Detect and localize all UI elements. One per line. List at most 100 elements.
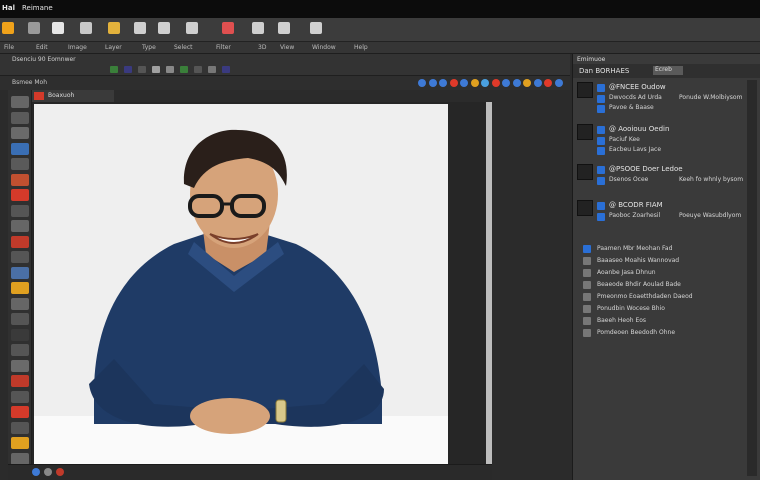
tool-icon[interactable] [134,22,146,34]
layer-thumbnail[interactable] [577,82,593,98]
tool-button[interactable] [11,189,29,201]
menu-item-type[interactable]: Type [142,44,156,51]
file-icon[interactable] [28,22,40,34]
menu-item-help[interactable]: Help [354,44,368,51]
tool-button[interactable] [11,220,29,232]
pin-icon[interactable] [108,22,120,34]
tool-button[interactable] [11,421,29,434]
camera-icon[interactable] [252,22,264,34]
status-icon[interactable] [56,468,64,476]
menu-item-3d[interactable]: 3D [258,44,266,51]
status-icon[interactable] [32,468,40,476]
view-control-icon[interactable] [470,79,479,87]
layer-group[interactable]: @ Aooiouu Oedin Paciuf Kee Eacbeu Lavs Jac… [575,124,759,160]
menu-item-image[interactable]: Image [68,44,87,51]
view-control-icon[interactable] [502,79,510,87]
image-canvas[interactable] [34,104,448,464]
view-control-icon[interactable] [533,79,542,87]
tool-button[interactable] [11,328,29,341]
tool-button[interactable] [11,452,29,465]
panel-tab-button[interactable]: Ecreb [653,66,683,75]
tool-button[interactable] [11,158,29,170]
menu-item-file[interactable]: File [4,44,14,51]
layer-thumbnail[interactable] [577,164,593,180]
layer-visibility-icon[interactable] [597,147,605,155]
tool-button[interactable] [11,96,29,108]
new-icon[interactable] [52,22,64,34]
tool-button[interactable] [11,266,29,279]
tool-button[interactable] [11,390,29,403]
view-control-icon[interactable] [428,79,437,87]
option-toggle-icon[interactable] [222,66,230,73]
layer-visibility-icon[interactable] [597,213,605,221]
layer-group[interactable]: @FNCEE Oudow Ponude W.Molbiysom Dwvocds Ad… [575,82,759,118]
tool-button[interactable] [11,359,29,372]
view-control-icon[interactable] [481,79,489,87]
option-toggle-icon[interactable] [124,66,132,73]
view-control-icon[interactable] [512,79,521,87]
close-tab-icon[interactable] [34,92,44,100]
list-item[interactable]: Baeeh Heoh Eos [575,316,759,327]
layer-thumbnail[interactable] [577,124,593,140]
tool-button[interactable] [11,127,29,139]
tool-button[interactable] [11,344,29,356]
tool-button[interactable] [11,173,29,186]
app-logo-icon[interactable] [2,22,14,34]
tool-button[interactable] [11,406,29,418]
option-toggle-icon[interactable] [180,66,188,73]
option-toggle-icon[interactable] [166,66,174,73]
option-toggle-icon[interactable] [152,66,160,73]
layer-icon[interactable] [158,22,170,34]
vertical-scrollbar[interactable] [486,102,492,464]
list-item[interactable]: Pmeonmo Eoaetthdaden Daeod [575,292,759,303]
view-control-icon[interactable] [554,79,563,87]
layer-visibility-icon[interactable] [597,95,605,103]
list-item[interactable]: Ponudbin Wocese Bhio [575,304,759,315]
tool-button[interactable] [11,437,29,449]
tool-button[interactable] [11,375,29,387]
option-toggle-icon[interactable] [208,66,216,73]
panel-tab-title[interactable]: Dan BORHAES [579,67,629,75]
record-icon[interactable] [222,22,234,34]
menu-item-select[interactable]: Select [174,44,193,51]
tool-button[interactable] [11,142,29,155]
menu-item-window[interactable]: Window [312,44,336,51]
layer-visibility-icon[interactable] [597,177,605,185]
menu-item-layer[interactable]: Layer [105,44,122,51]
tool-button[interactable] [11,235,29,248]
tool-button[interactable] [11,297,29,310]
grid-icon[interactable] [80,22,92,34]
status-icon[interactable] [44,468,52,476]
menu-item-filter[interactable]: Filter [216,44,231,51]
menu-item-view[interactable]: View [280,44,294,51]
view-control-icon[interactable] [418,79,426,87]
list-item[interactable]: Aoanbe Jasa Dhnun [575,268,759,279]
option-toggle-icon[interactable] [110,66,118,73]
option-toggle-icon[interactable] [194,66,202,73]
list-item[interactable]: Baaaseo Moahis Wannovad [575,256,759,267]
layer-visibility-icon[interactable] [597,105,605,113]
menu-item-edit[interactable]: Edit [36,44,48,51]
view-control-icon[interactable] [544,79,552,87]
layer-group[interactable]: @PSOOE Doer Ledoe Keeh fo whnly bysom Dsen… [575,164,759,200]
view-control-icon[interactable] [460,79,468,87]
layer-group[interactable]: @ BCODR FIAM Poeuye Wasubdlyom Paoboc Zoar… [575,200,759,236]
folder-icon[interactable] [310,22,322,34]
tool-button[interactable] [11,251,29,263]
layer-thumbnail[interactable] [577,200,593,216]
tool-button[interactable] [11,111,29,124]
monitor-icon[interactable] [278,22,290,34]
tool-button[interactable] [11,313,29,325]
list-item[interactable]: Beaeode Bhdir Aoulad Bade [575,280,759,291]
list-item[interactable]: Pomdeoen Beedodh Ohne [575,328,759,339]
tool-button[interactable] [11,204,29,217]
view-control-icon[interactable] [491,79,500,87]
eye-icon[interactable] [186,22,198,34]
tool-button[interactable] [11,282,29,294]
document-tab[interactable]: Boaxuoh [32,90,114,102]
option-toggle-icon[interactable] [138,66,146,73]
list-item[interactable]: Paamen Mbr Meohan Fad [575,244,759,255]
view-control-icon[interactable] [439,79,447,87]
view-control-icon[interactable] [449,79,458,87]
layer-visibility-icon[interactable] [597,137,605,145]
